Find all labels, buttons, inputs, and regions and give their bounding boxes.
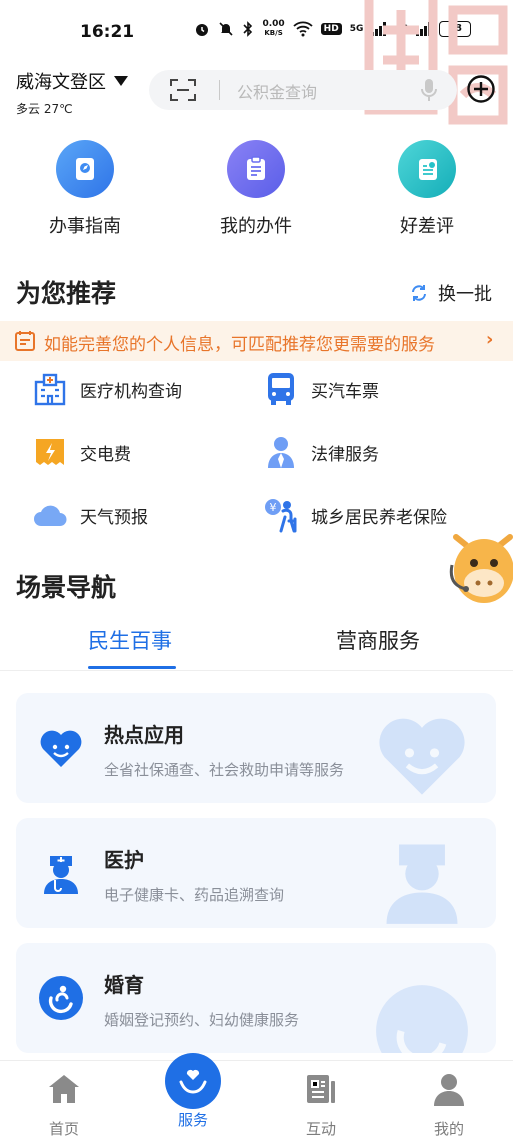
- location-selector[interactable]: 威海文登区 多云 27℃: [16, 68, 128, 117]
- nav-label: 互动: [305, 1120, 336, 1138]
- speed-unit: KB/S: [264, 29, 283, 37]
- card-title: 医护: [104, 848, 144, 872]
- refresh-icon: [412, 285, 426, 301]
- profile-completion-banner[interactable]: 如能完善您的个人信息，可匹配推荐您更需要的服务 ›: [0, 321, 513, 361]
- quick-action-label: 我的办件: [220, 216, 292, 237]
- service-label: 天气预报: [80, 507, 148, 528]
- heart-smile-icon: [379, 718, 465, 795]
- cow-mascot-icon[interactable]: [448, 525, 513, 611]
- tab-active-indicator: [88, 666, 176, 669]
- family-icon: [39, 976, 83, 1020]
- svg-text:¥: ¥: [270, 501, 277, 514]
- nav-interaction[interactable]: 互动: [276, 1061, 366, 1139]
- card-title: 热点应用: [104, 723, 184, 747]
- card-title: 婚育: [104, 973, 144, 997]
- service-label: 买汽车票: [311, 381, 379, 402]
- quick-action-my-items[interactable]: 我的办件: [186, 140, 326, 238]
- dropdown-triangle-icon: [114, 76, 128, 86]
- service-item[interactable]: 法律服务: [263, 434, 379, 470]
- heart-smile-icon: [40, 730, 82, 767]
- clipboard-list-icon: [227, 140, 285, 198]
- service-item[interactable]: ¥ 城乡居民养老保险: [263, 497, 447, 533]
- card-subtitle: 全省社保通查、社会救助申请等服务: [104, 761, 345, 779]
- tab-livelihood[interactable]: 民生百事: [88, 625, 172, 655]
- quick-action-guide[interactable]: 办事指南: [15, 140, 155, 238]
- nav-home[interactable]: 首页: [19, 1061, 109, 1139]
- search-divider: [219, 80, 220, 100]
- scene-card-marriage[interactable]: 婚育 婚姻登记预约、妇幼健康服务: [16, 943, 496, 1053]
- scene-card-medical[interactable]: 医护 电子健康卡、药品追溯查询: [16, 818, 496, 928]
- electric-bill-icon: [32, 434, 68, 470]
- search-bar[interactable]: 公积金查询: [149, 70, 457, 110]
- network-speed: 0.00 KB/S: [262, 20, 284, 38]
- family-icon: [376, 985, 468, 1053]
- nav-label: 服务: [177, 1111, 208, 1129]
- service-label: 城乡居民养老保险: [311, 507, 447, 528]
- service-item[interactable]: 医疗机构查询: [32, 371, 182, 407]
- add-circle-icon[interactable]: [466, 74, 496, 104]
- hd-icon: HD: [320, 23, 342, 35]
- tab-business[interactable]: 营商服务: [336, 625, 420, 655]
- refresh-label: 换一批: [438, 284, 492, 305]
- nav-mine[interactable]: 我的: [404, 1061, 494, 1139]
- status-time: 16:21: [80, 22, 135, 42]
- banner-text: 如能完善您的个人信息，可匹配推荐您更需要的服务: [44, 335, 435, 355]
- elderly-pension-icon: ¥: [263, 497, 299, 533]
- interaction-doc-icon: [303, 1071, 339, 1107]
- quick-action-label: 好差评: [400, 216, 454, 237]
- hospital-icon: [32, 371, 68, 407]
- service-item[interactable]: 天气预报: [32, 497, 148, 533]
- nav-label: 首页: [48, 1120, 79, 1138]
- bottom-nav: 首页 服务 互动 我的: [0, 1053, 513, 1140]
- person-icon: [431, 1071, 467, 1107]
- nav-label: 我的: [433, 1120, 464, 1138]
- microphone-icon[interactable]: [421, 78, 437, 102]
- card-subtitle: 电子健康卡、药品追溯查询: [104, 886, 285, 904]
- bus-icon: [263, 371, 299, 407]
- weather-label: 多云 27℃: [16, 102, 73, 116]
- search-input[interactable]: 公积金查询: [237, 79, 317, 103]
- cloud-icon: [32, 497, 68, 533]
- service-label: 法律服务: [311, 444, 379, 465]
- quick-action-rating[interactable]: 好差评: [357, 140, 497, 238]
- scene-card-hot-apps[interactable]: 热点应用 全省社保通查、社会救助申请等服务: [16, 693, 496, 803]
- alarm-icon: [196, 24, 209, 36]
- quick-actions: 办事指南 我的办件 好差评: [0, 140, 513, 240]
- card-subtitle: 婚姻登记预约、妇幼健康服务: [104, 1011, 300, 1029]
- city-label: 威海文登区: [16, 72, 106, 93]
- service-label: 医疗机构查询: [80, 381, 182, 402]
- chevron-right-icon: ›: [486, 329, 494, 350]
- refresh-button[interactable]: 换一批: [410, 280, 492, 306]
- scan-icon[interactable]: [169, 78, 197, 102]
- profile-card-icon: [15, 331, 35, 351]
- nurse-icon: [386, 844, 458, 924]
- scene-tabs: 民生百事 营商服务: [0, 615, 513, 671]
- nav-service[interactable]: 服务: [148, 1101, 238, 1130]
- speed-value: 0.00: [262, 19, 285, 29]
- lawyer-icon: [263, 434, 299, 470]
- network-5g-label: 5G: [349, 24, 364, 34]
- section-title-recommend: 为您推荐: [16, 279, 117, 308]
- service-item[interactable]: 买汽车票: [263, 371, 379, 407]
- quick-action-label: 办事指南: [49, 216, 121, 237]
- service-label: 交电费: [80, 444, 131, 465]
- section-title-scene: 场景导航: [16, 573, 117, 602]
- service-item[interactable]: 交电费: [32, 434, 131, 470]
- compass-book-icon: [56, 140, 114, 198]
- home-icon: [46, 1071, 82, 1107]
- wifi-icon: [293, 21, 313, 37]
- rating-card-icon: [398, 140, 456, 198]
- mute-bell-icon: [219, 22, 234, 36]
- nurse-icon: [44, 856, 78, 894]
- bluetooth-icon: [243, 21, 253, 37]
